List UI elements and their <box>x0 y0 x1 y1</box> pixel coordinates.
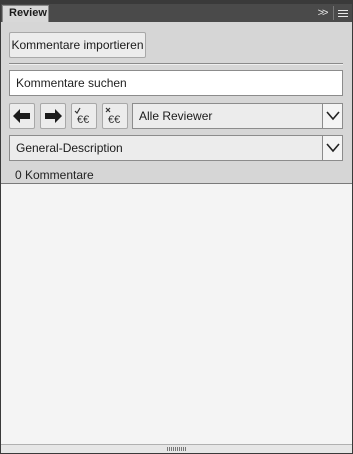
collapse-panel-button[interactable]: >> <box>311 4 333 22</box>
separator <box>9 63 343 65</box>
next-comment-button[interactable] <box>40 103 66 129</box>
panel-tab-bar: Review >> <box>1 4 352 22</box>
search-comments-input[interactable]: Kommentare suchen <box>9 70 343 96</box>
chevron-down-icon <box>322 104 342 128</box>
view-filter-value: General-Description <box>16 141 123 155</box>
svg-text:€€: €€ <box>108 114 120 125</box>
accept-comment-button[interactable]: €€ <box>71 103 97 129</box>
accept-comment-icon: €€ <box>74 107 89 125</box>
comment-count-label: 0 Kommentare <box>15 168 94 182</box>
tab-bar-controls: >> <box>311 4 352 22</box>
arrow-left-icon <box>13 109 30 123</box>
previous-comment-button[interactable] <box>9 103 35 129</box>
svg-text:€€: €€ <box>77 114 89 125</box>
review-panel: Review >> Kommentare importieren Komment… <box>1 4 352 453</box>
resize-bar[interactable] <box>1 444 352 453</box>
review-controls: Kommentare importieren Kommentare suchen… <box>1 22 352 184</box>
reject-comment-button[interactable]: €€ <box>102 103 128 129</box>
chevron-down-icon <box>322 136 342 160</box>
arrow-right-icon <box>45 109 62 123</box>
resize-grip-icon[interactable] <box>167 447 187 451</box>
tab-review[interactable]: Review <box>2 5 49 22</box>
comments-list[interactable] <box>1 185 352 444</box>
view-filter-select[interactable]: General-Description <box>9 135 343 161</box>
import-comments-button[interactable]: Kommentare importieren <box>9 32 146 58</box>
reviewer-filter-select[interactable]: Alle Reviewer <box>132 103 343 129</box>
reviewer-filter-value: Alle Reviewer <box>139 109 213 123</box>
reject-comment-icon: €€ <box>105 107 120 125</box>
hamburger-menu-icon[interactable] <box>334 4 352 22</box>
